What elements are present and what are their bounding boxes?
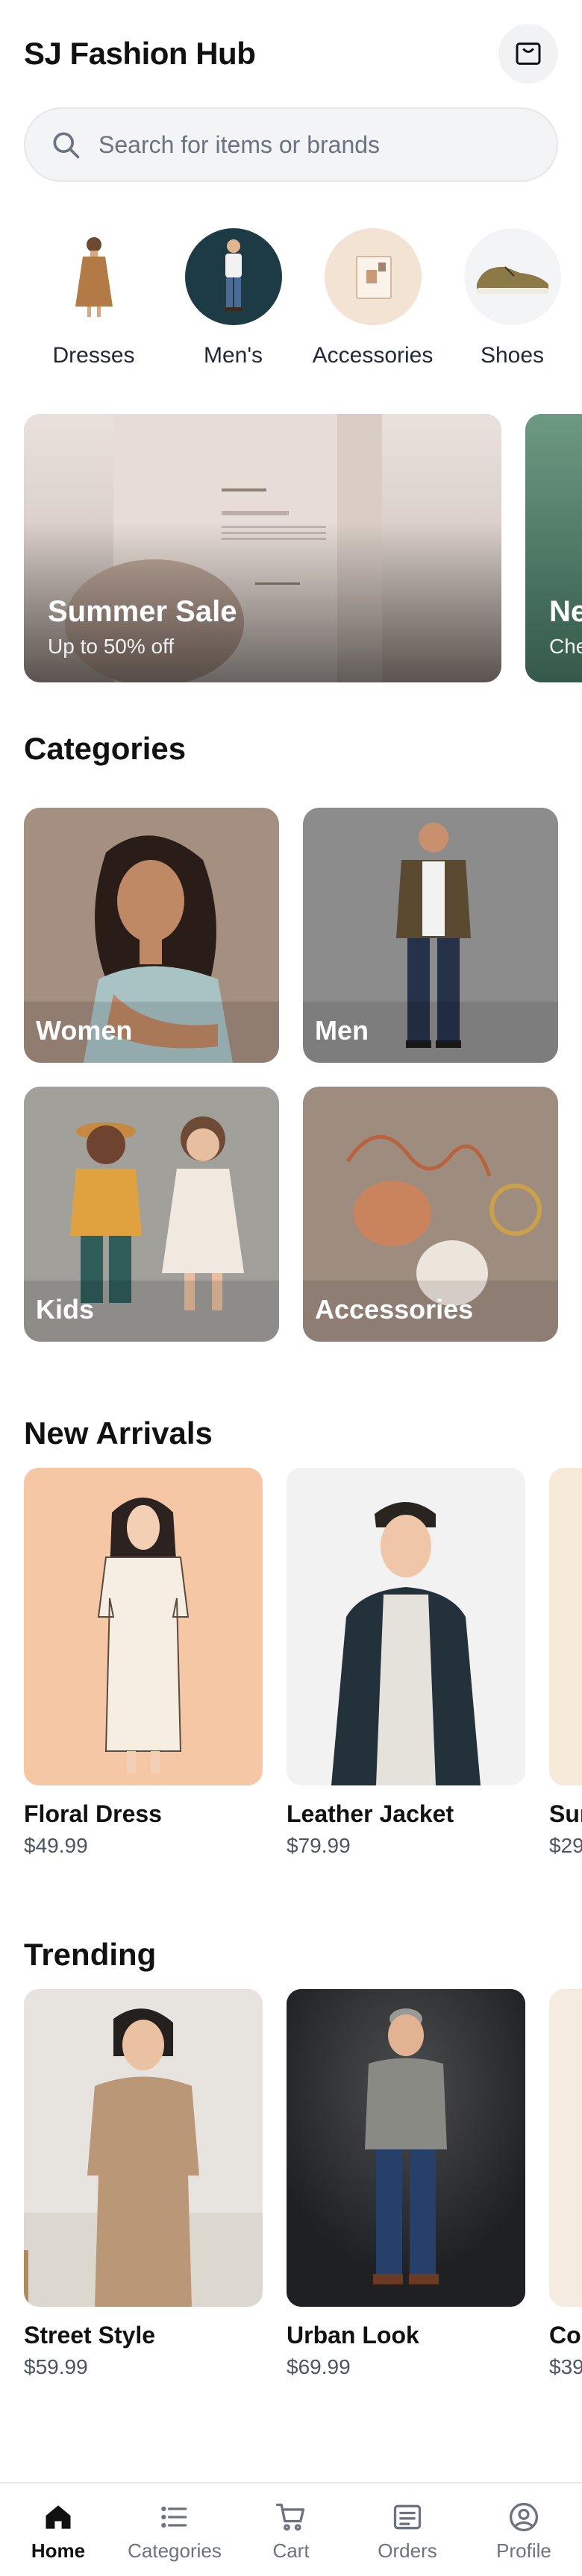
product-card[interactable]: Floral Dress $49.99 xyxy=(24,1468,263,1856)
product-card[interactable]: Co $39 xyxy=(549,1989,582,2377)
shoes-thumbnail xyxy=(463,228,561,325)
product-price: $39 xyxy=(549,2355,582,2377)
search-placeholder: Search for items or brands xyxy=(98,131,381,158)
quick-category-dresses[interactable]: Dresses xyxy=(24,228,163,368)
promo-banner-carousel[interactable]: Summer Sale Up to 50% off Ne Che xyxy=(24,414,582,682)
product-name: Sur xyxy=(549,1800,582,1827)
product-card[interactable]: Leather Jacket $79.99 xyxy=(287,1468,525,1856)
app-title: SJ Fashion Hub xyxy=(24,36,256,71)
tab-orders[interactable]: Orders xyxy=(349,2484,466,2576)
product-name: Urban Look xyxy=(287,2322,419,2349)
category-label: Accessories xyxy=(315,1294,474,1325)
product-image xyxy=(549,1468,582,1785)
product-card[interactable]: Urban Look $69.99 xyxy=(287,1989,525,2377)
quick-category-label: Men's xyxy=(203,343,263,368)
category-tile-kids[interactable]: Kids xyxy=(24,1087,279,1342)
quick-category-mens[interactable]: Men's xyxy=(163,228,303,368)
category-label: Kids xyxy=(36,1294,95,1325)
tab-label: Orders xyxy=(378,2539,437,2562)
quick-category-label: Dresses xyxy=(52,343,135,368)
search-icon xyxy=(53,132,80,159)
tab-cart[interactable]: Cart xyxy=(233,2484,349,2576)
product-card[interactable]: Sur $29 xyxy=(549,1468,582,1856)
product-price: $49.99 xyxy=(24,1834,88,1856)
dresses-thumbnail xyxy=(45,228,143,325)
tab-label: Profile xyxy=(496,2539,551,2562)
banner-subtitle: Up to 50% off xyxy=(48,635,175,658)
category-label: Women xyxy=(36,1015,133,1046)
category-label: Men xyxy=(315,1015,369,1046)
shopping-bag-button[interactable] xyxy=(498,24,558,84)
product-image xyxy=(24,1468,263,1785)
list-icon xyxy=(161,2506,187,2528)
trending-heading: Trending xyxy=(24,1937,157,1972)
profile-icon xyxy=(509,2502,539,2531)
product-image xyxy=(549,1989,582,2307)
tab-label: Home xyxy=(31,2539,86,2562)
promo-banner-summer-sale[interactable]: Summer Sale Up to 50% off xyxy=(24,414,501,682)
quick-category-shoes[interactable]: Shoes xyxy=(442,228,582,368)
categories-heading: Categories xyxy=(24,731,187,766)
tab-home[interactable]: Home xyxy=(0,2484,116,2576)
cart-icon xyxy=(276,2503,305,2531)
product-name: Floral Dress xyxy=(24,1800,162,1827)
product-price: $29 xyxy=(549,1834,582,1856)
product-image xyxy=(287,1989,525,2307)
quick-categories: Dresses Men's Accessories Shoes xyxy=(24,228,582,368)
product-price: $59.99 xyxy=(24,2355,88,2377)
quick-category-label: Shoes xyxy=(480,343,545,368)
product-price: $79.99 xyxy=(287,1834,351,1856)
category-grid: Women Men Kids Accessories xyxy=(24,808,558,1342)
orders-icon xyxy=(393,2504,422,2529)
bottom-tab-bar: Home Categories Cart Orders Profile xyxy=(0,2482,582,2576)
category-tile-men[interactable]: Men xyxy=(303,808,558,1063)
tab-categories[interactable]: Categories xyxy=(116,2484,233,2576)
product-card[interactable]: Street Style $59.99 xyxy=(24,1989,263,2377)
accessories-thumbnail xyxy=(324,228,422,325)
home-icon xyxy=(46,2504,71,2529)
tab-label: Cart xyxy=(272,2539,310,2562)
shopping-bag-icon xyxy=(516,43,541,65)
tab-label: Categories xyxy=(128,2539,222,2562)
new-arrivals-list[interactable]: Floral Dress $49.99 Leather Jacket $79.9… xyxy=(24,1468,582,1856)
category-tile-women[interactable]: Women xyxy=(24,808,279,1063)
banner-title: Ne xyxy=(549,595,582,628)
product-image xyxy=(287,1468,525,1785)
header: SJ Fashion Hub xyxy=(24,24,558,84)
product-name: Co xyxy=(549,2322,581,2349)
mens-thumbnail xyxy=(184,228,282,325)
product-price: $69.99 xyxy=(287,2355,351,2377)
product-name: Street Style xyxy=(24,2322,156,2349)
quick-category-accessories[interactable]: Accessories xyxy=(303,228,442,368)
category-tile-accessories[interactable]: Accessories xyxy=(303,1087,558,1342)
trending-list[interactable]: Street Style $59.99 Urban Look $69.99 Co… xyxy=(24,1989,582,2377)
banner-title: Summer Sale xyxy=(48,595,237,628)
banner-subtitle: Che xyxy=(549,635,582,658)
tab-profile[interactable]: Profile xyxy=(466,2484,582,2576)
promo-banner-next[interactable]: Ne Che xyxy=(525,414,582,682)
search-bar[interactable]: Search for items or brands xyxy=(24,107,558,182)
product-name: Leather Jacket xyxy=(287,1800,454,1827)
product-image xyxy=(24,1989,263,2307)
quick-category-label: Accessories xyxy=(312,343,434,368)
new-arrivals-heading: New Arrivals xyxy=(24,1416,213,1451)
